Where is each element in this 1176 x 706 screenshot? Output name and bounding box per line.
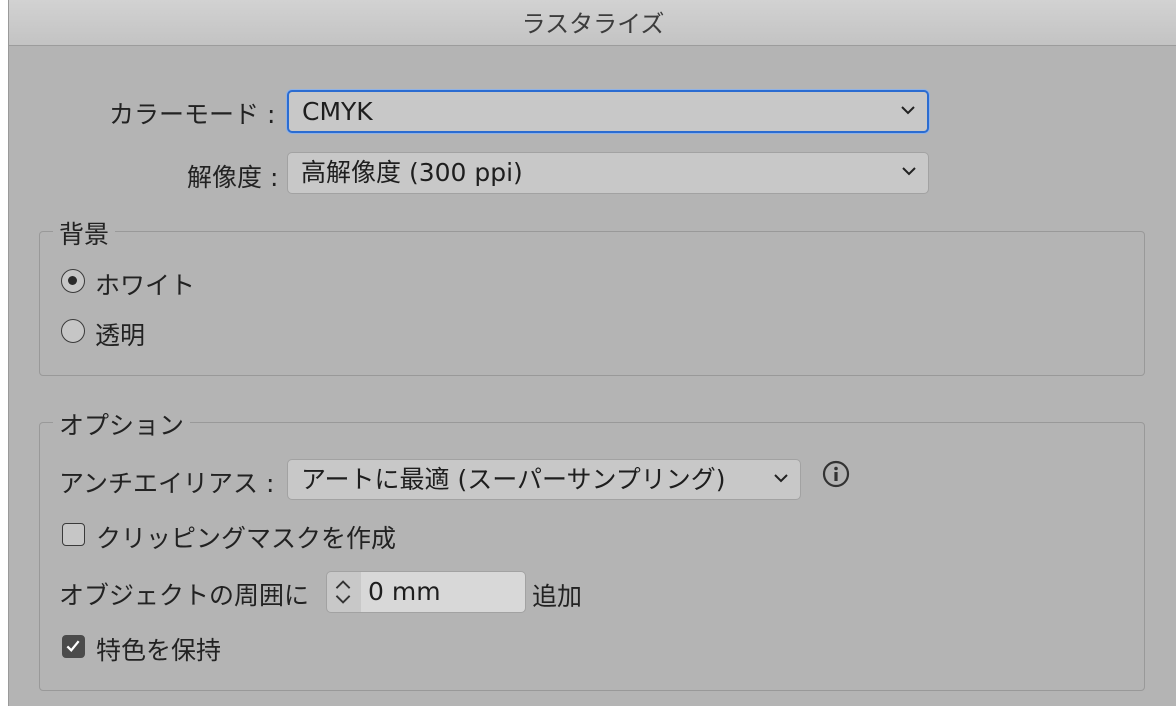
- clipping-mask-label[interactable]: クリッピングマスクを作成: [96, 519, 396, 555]
- chevron-down-icon: [902, 167, 916, 176]
- color-mode-label: カラーモード :: [109, 100, 276, 129]
- clipping-mask-checkbox[interactable]: [62, 523, 85, 546]
- radio-selected-dot: [68, 276, 77, 285]
- background-legend: 背景: [53, 215, 116, 251]
- background-group: [39, 231, 1145, 376]
- radio-white[interactable]: [61, 269, 85, 293]
- antialias-label: アンチエイリアス :: [59, 469, 275, 498]
- radio-transparent-label[interactable]: 透明: [95, 316, 145, 352]
- resolution-label: 解像度 :: [187, 163, 279, 192]
- antialias-value: アートに最適 (スーパーサンプリング): [301, 465, 726, 494]
- padding-input[interactable]: 0 mm: [361, 571, 526, 613]
- radio-white-label[interactable]: ホワイト: [95, 266, 195, 302]
- color-mode-select[interactable]: CMYK: [287, 90, 929, 133]
- padding-prefix-label: オブジェクトの周囲に: [59, 581, 310, 610]
- preserve-spot-checkbox[interactable]: [62, 635, 85, 658]
- rasterize-dialog: ラスタライズ カラーモード : CMYK 解像度 : 高解像度 (300 ppi…: [8, 0, 1176, 706]
- resolution-select[interactable]: 高解像度 (300 ppi): [287, 152, 929, 194]
- info-icon[interactable]: [822, 460, 850, 488]
- stepper-arrows-icon: [335, 580, 351, 604]
- chevron-down-icon: [774, 473, 788, 482]
- radio-transparent[interactable]: [61, 319, 85, 343]
- padding-stepper[interactable]: [326, 571, 362, 613]
- checkmark-icon: [66, 640, 80, 653]
- padding-suffix-label: 追加: [532, 582, 583, 611]
- color-mode-value: CMYK: [302, 97, 373, 126]
- antialias-select[interactable]: アートに最適 (スーパーサンプリング): [287, 459, 801, 500]
- preserve-spot-label[interactable]: 特色を保持: [96, 631, 221, 667]
- resolution-value: 高解像度 (300 ppi): [301, 158, 523, 187]
- options-legend: オプション: [53, 406, 191, 442]
- chevron-down-icon: [901, 105, 915, 114]
- dialog-title: ラスタライズ: [9, 0, 1176, 46]
